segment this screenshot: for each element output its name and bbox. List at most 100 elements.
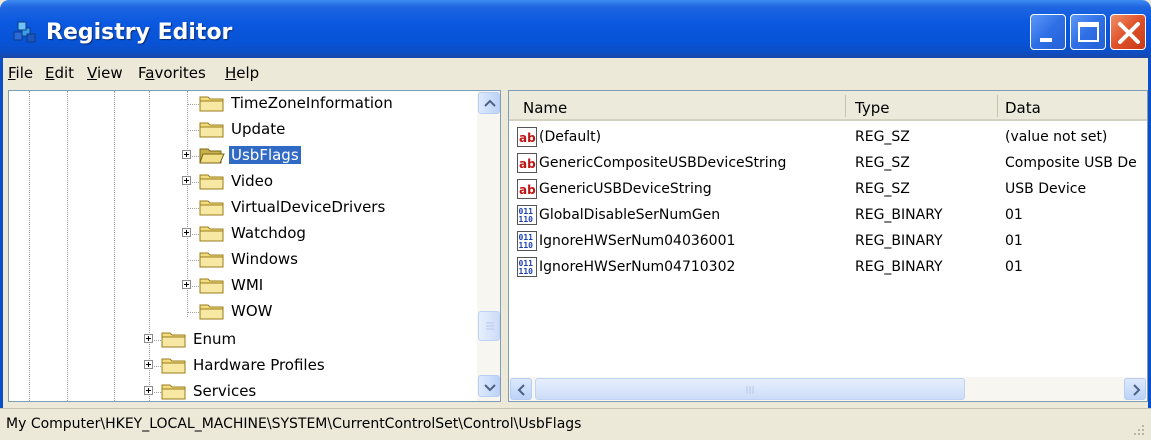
folder-icon xyxy=(199,304,224,320)
grip-lines-icon xyxy=(746,386,754,394)
menu-favorites[interactable]: Favorites xyxy=(138,64,206,82)
tree-scroll-thumb[interactable] xyxy=(478,311,500,341)
close-button[interactable] xyxy=(1110,14,1146,50)
value-type: REG_SZ xyxy=(855,129,910,145)
value-row[interactable]: ab GenericUSBDeviceString REG_SZ USB Device xyxy=(509,177,1147,203)
maximize-button[interactable] xyxy=(1070,14,1106,50)
folder-icon xyxy=(199,96,224,112)
tree-item[interactable]: Services xyxy=(9,379,475,401)
tree-item[interactable]: VirtualDeviceDrivers xyxy=(9,195,475,221)
tree-item[interactable]: Video xyxy=(9,169,475,195)
svg-text:110: 110 xyxy=(519,241,534,250)
value-data: 01 xyxy=(1005,233,1023,249)
tree-item-label: TimeZoneInformation xyxy=(231,94,393,112)
list-horizontal-scrollbar[interactable] xyxy=(509,377,1147,401)
folder-icon xyxy=(199,200,224,216)
values-list-pane[interactable]: Name Type Data ab (Default) REG_SZ (value n… xyxy=(508,90,1148,402)
tree-item[interactable]: Windows xyxy=(9,247,475,273)
svg-text:110: 110 xyxy=(519,215,534,224)
column-header-type[interactable]: Type xyxy=(845,91,997,121)
expand-plus-icon[interactable] xyxy=(182,176,191,185)
tree-item-label: Update xyxy=(231,120,286,138)
string-value-icon: ab xyxy=(517,179,537,199)
value-data: Composite USB De xyxy=(1005,155,1137,171)
menu-view[interactable]: View xyxy=(87,64,123,82)
folder-icon xyxy=(161,332,186,348)
window-frame-left xyxy=(0,86,3,408)
column-separator[interactable] xyxy=(845,95,846,117)
tree-item[interactable]: WMI xyxy=(9,273,475,299)
menu-file[interactable]: File xyxy=(8,64,33,82)
column-header-data[interactable]: Data xyxy=(997,91,1147,121)
value-name: GenericUSBDeviceString xyxy=(539,181,712,197)
menu-help[interactable]: Help xyxy=(225,64,259,82)
column-header-name[interactable]: Name xyxy=(509,91,845,121)
tree-item-label: Windows xyxy=(231,250,298,268)
expand-plus-icon[interactable] xyxy=(144,334,153,343)
minimize-button[interactable] xyxy=(1030,14,1066,50)
tree-item-label: VirtualDeviceDrivers xyxy=(231,198,386,216)
minimize-icon xyxy=(1040,38,1052,42)
expand-plus-icon[interactable] xyxy=(182,150,191,159)
tree-item[interactable]: Hardware Profiles xyxy=(9,353,475,379)
registry-editor-window: Registry Editor File Edit View Favorites… xyxy=(0,0,1151,440)
value-type: REG_SZ xyxy=(855,181,910,197)
column-separator[interactable] xyxy=(997,95,998,117)
value-row[interactable]: ab (Default) REG_SZ (value not set) xyxy=(509,125,1147,151)
tree-item[interactable]: WOW xyxy=(9,299,475,325)
value-row[interactable]: 011 110 IgnoreHWSerNum04710302 REG_BINARY 01 xyxy=(509,255,1147,281)
tree-item-label: Hardware Profiles xyxy=(193,356,325,374)
value-type: REG_SZ xyxy=(855,155,910,171)
tree-item-label: Services xyxy=(193,382,257,400)
window-title: Registry Editor xyxy=(46,20,233,45)
scroll-right-button[interactable] xyxy=(1124,378,1146,400)
value-type: REG_BINARY xyxy=(855,259,943,275)
tree-vertical-scrollbar[interactable] xyxy=(477,91,500,401)
chevron-left-icon xyxy=(517,384,525,396)
folder-icon xyxy=(161,358,186,374)
list-scroll-thumb[interactable] xyxy=(535,378,965,400)
svg-text:ab: ab xyxy=(519,131,536,145)
tree-item[interactable]: Enum xyxy=(9,327,475,353)
value-row[interactable]: 011 110 GlobalDisableSerNumGen REG_BINARY 01 xyxy=(509,203,1147,229)
title-bar[interactable]: Registry Editor xyxy=(0,0,1151,58)
folder-icon xyxy=(161,384,186,400)
chevron-up-icon xyxy=(484,99,496,107)
folder-icon xyxy=(199,226,224,242)
value-data: 01 xyxy=(1005,207,1023,223)
tree-item-label: Enum xyxy=(193,330,237,348)
status-bar: My Computer\HKEY_LOCAL_MACHINE\SYSTEM\Cu… xyxy=(0,408,1151,440)
folder-icon xyxy=(199,122,224,138)
svg-text:110: 110 xyxy=(519,267,534,276)
value-type: REG_BINARY xyxy=(855,207,943,223)
binary-value-icon: 011110 xyxy=(517,231,537,251)
key-path: My Computer\HKEY_LOCAL_MACHINE\SYSTEM\Cu… xyxy=(6,416,582,432)
value-name: IgnoreHWSerNum04710302 xyxy=(539,259,736,275)
string-value-icon: ab xyxy=(517,153,537,173)
binary-value-icon: 011110 xyxy=(517,205,537,225)
scroll-left-button[interactable] xyxy=(510,378,532,400)
tree-item[interactable]: UsbFlags xyxy=(9,143,475,169)
chevron-right-icon xyxy=(1133,384,1141,396)
value-data: (value not set) xyxy=(1005,129,1108,145)
tree-item-label: UsbFlags xyxy=(229,146,301,164)
folder-icon xyxy=(199,252,224,268)
scroll-up-button[interactable] xyxy=(478,92,500,114)
value-name: (Default) xyxy=(539,129,602,145)
key-tree-pane[interactable]: TimeZoneInformation Update UsbFlags Video Vi… xyxy=(8,90,501,402)
expand-plus-icon[interactable] xyxy=(182,280,191,289)
tree-item-label: Video xyxy=(231,172,274,190)
resize-grip-icon[interactable] xyxy=(1131,422,1145,436)
value-row[interactable]: 011 110 IgnoreHWSerNum04036001 REG_BINARY 01 xyxy=(509,229,1147,255)
value-type: REG_BINARY xyxy=(855,233,943,249)
menu-edit[interactable]: Edit xyxy=(45,64,74,82)
tree-item[interactable]: TimeZoneInformation xyxy=(9,91,475,117)
expand-plus-icon[interactable] xyxy=(144,360,153,369)
scroll-down-button[interactable] xyxy=(478,375,500,397)
tree-item[interactable]: Watchdog xyxy=(9,221,475,247)
value-row[interactable]: ab GenericCompositeUSBDeviceString REG_SZ C… xyxy=(509,151,1147,177)
folder-icon xyxy=(199,174,224,190)
tree-item[interactable]: Update xyxy=(9,117,475,143)
expand-plus-icon[interactable] xyxy=(182,228,191,237)
expand-plus-icon[interactable] xyxy=(144,386,153,395)
